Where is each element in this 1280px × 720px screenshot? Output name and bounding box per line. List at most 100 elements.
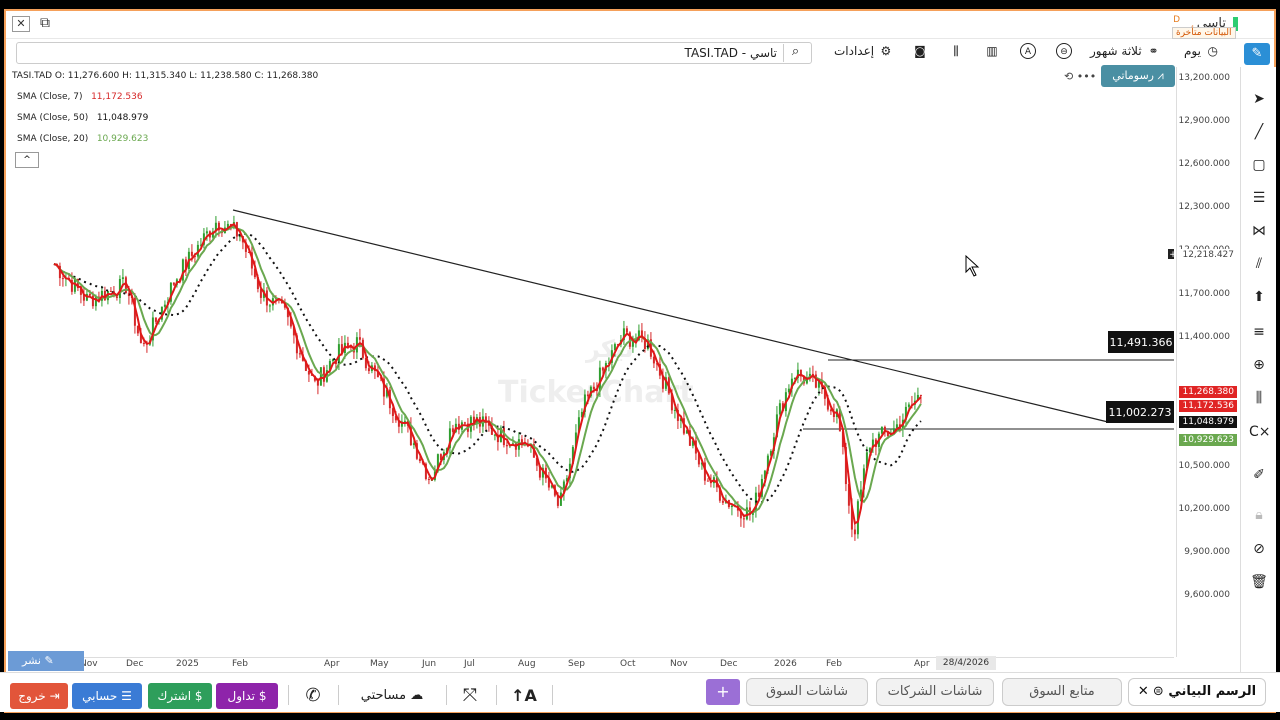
auto-icon: A: [1020, 43, 1036, 59]
share-button[interactable]: نشر ✎: [8, 651, 84, 671]
camera-button[interactable]: ◙: [912, 43, 928, 63]
app-frame: ✕ ⧉ D تاسي TASI.TAD - تاسي ⌕ إعدادات ⚙ ◙…: [0, 0, 1280, 720]
measure-icon[interactable]: ⫼: [1249, 388, 1269, 408]
candle-body: [190, 251, 193, 256]
interval-selector[interactable]: يوم ◷: [1184, 43, 1221, 63]
close-tab-icon[interactable]: ✕ ⊜: [1138, 684, 1164, 699]
candle-body: [463, 422, 466, 424]
exit-label: خروج: [18, 689, 46, 703]
period-selector[interactable]: ثلاثة شهور ⚭: [1090, 43, 1162, 63]
time-axis-label: Jun: [422, 659, 437, 669]
cycle-icon[interactable]: C×: [1249, 422, 1271, 442]
rectangle-tool-icon[interactable]: ▢: [1249, 155, 1269, 175]
candle-body: [322, 367, 325, 382]
tab-market-watch[interactable]: متابع السوق: [1002, 678, 1122, 706]
tab-company-screens[interactable]: شاشات الشركات: [876, 678, 994, 706]
fullscreen-icon[interactable]: ⤧: [454, 683, 486, 709]
camera-icon: ◙: [914, 44, 926, 58]
workspace-button[interactable]: مساحتي ☁: [350, 683, 434, 709]
candle-body: [907, 404, 910, 407]
period-label: ثلاثة شهور: [1090, 44, 1142, 58]
brush-icon[interactable]: ✐: [1249, 465, 1269, 485]
tab-chart[interactable]: ✕ ⊜ الرسم البياني: [1128, 678, 1266, 706]
zoom-icon[interactable]: ⊕: [1249, 355, 1269, 375]
candle-body: [625, 328, 628, 333]
text-tool-icon[interactable]: ≡: [1249, 322, 1269, 342]
annotation-text-2: 11,002.273: [1109, 406, 1172, 419]
candle-body: [172, 282, 175, 285]
candle-body: [268, 305, 271, 307]
price-axis-label: 11,700.000: [1178, 288, 1230, 299]
candle-body: [88, 293, 91, 296]
indicators-button[interactable]: ⫼: [948, 43, 964, 63]
pointer-icon[interactable]: ➤: [1249, 89, 1269, 109]
candle-body: [298, 353, 301, 355]
font-size-icon[interactable]: ↑A: [508, 683, 540, 709]
trash-icon[interactable]: 🗑︎: [1249, 572, 1269, 592]
dollar-icon: $: [258, 689, 267, 703]
price-axis-label: 9,900.000: [1184, 547, 1230, 558]
chart-area[interactable]: TASI.TAD O: 11,276.600 H: 11,315.340 L: …: [8, 65, 1175, 707]
price-plot[interactable]: 11,491.366 11,002.273 +: [8, 67, 1174, 657]
line-tool-icon[interactable]: ╱: [1249, 122, 1269, 142]
divider: [552, 685, 553, 705]
candle-body: [427, 479, 430, 481]
candle-body: [919, 394, 922, 396]
search-icon[interactable]: ⌕: [783, 44, 807, 62]
tab-market-screens[interactable]: شاشات السوق: [746, 678, 868, 706]
divider: [446, 685, 447, 705]
trade-button[interactable]: تداول $: [216, 683, 278, 709]
candle-body: [673, 410, 676, 412]
price-axis[interactable]: 13,200.000 12,900.000 12,600.000 12,300.000…: [1176, 67, 1238, 657]
restore-window-button[interactable]: ⧉: [36, 16, 54, 32]
candle-body: [403, 420, 406, 422]
sma50-line: [53, 232, 922, 504]
candle-body: [706, 480, 709, 482]
candle-body: [115, 296, 118, 298]
compare-button[interactable]: ⊖: [1056, 43, 1072, 63]
account-label: حسابي: [82, 689, 118, 703]
symbol-search-value: TASI.TAD - تاسي: [684, 46, 777, 60]
gear-icon: ⚙: [880, 44, 892, 58]
draw-mode-button[interactable]: ✎: [1244, 43, 1270, 65]
cloud-icon: ☁: [410, 688, 424, 703]
chart-type-button[interactable]: ▥: [984, 43, 1000, 63]
pattern-tool-icon[interactable]: ⋈: [1249, 221, 1269, 241]
candle-body: [745, 507, 748, 520]
hide-icon[interactable]: ⊘: [1249, 539, 1269, 559]
auto-button[interactable]: A: [1020, 43, 1036, 63]
candle-body: [601, 367, 604, 371]
phone-icon[interactable]: ✆: [298, 683, 328, 709]
workspace-label: مساحتي: [360, 688, 407, 703]
time-axis-label: Dec: [720, 659, 738, 669]
candle-body: [358, 337, 361, 340]
fibonacci-tool-icon[interactable]: ☰: [1249, 188, 1269, 208]
time-axis-label: Apr: [324, 659, 340, 669]
bar-chart-icon: ▥: [986, 44, 998, 58]
candle-body: [163, 304, 166, 307]
divider: [338, 685, 339, 705]
time-axis[interactable]: Nov Dec 2025 Feb Apr May Jun Jul Aug Sep Oct Nov Dec…: [8, 657, 1174, 671]
close-window-button[interactable]: ✕: [12, 16, 30, 32]
divider: [496, 685, 497, 705]
window-flag: D: [1173, 15, 1180, 25]
channel-tool-icon[interactable]: ⫽: [1249, 254, 1269, 274]
subscribe-button[interactable]: اشترك $: [148, 683, 212, 709]
mouse-cursor: [965, 254, 980, 277]
settings-button[interactable]: إعدادات ⚙: [834, 43, 894, 63]
exit-button[interactable]: خروج ⇥: [10, 683, 68, 709]
price-tag: 11,172.536: [1179, 400, 1237, 412]
price-tag: 11,048.979: [1179, 416, 1237, 428]
symbol-search-input[interactable]: TASI.TAD - تاسي ⌕: [16, 42, 812, 64]
subscribe-label: اشترك: [157, 689, 192, 703]
settings-label: إعدادات: [834, 44, 875, 58]
account-button[interactable]: حسابي ☰: [72, 683, 142, 709]
arrow-up-icon[interactable]: ⬆: [1249, 287, 1269, 307]
lock-icon[interactable]: 🔒︎: [1249, 505, 1269, 525]
time-axis-label: May: [370, 659, 389, 669]
add-tab-button[interactable]: +: [706, 679, 740, 705]
candle-body: [367, 368, 370, 372]
cursor-date-label: 28/4/2026: [936, 656, 996, 670]
time-axis-label: 2025: [176, 659, 199, 669]
candle-body: [742, 518, 745, 520]
